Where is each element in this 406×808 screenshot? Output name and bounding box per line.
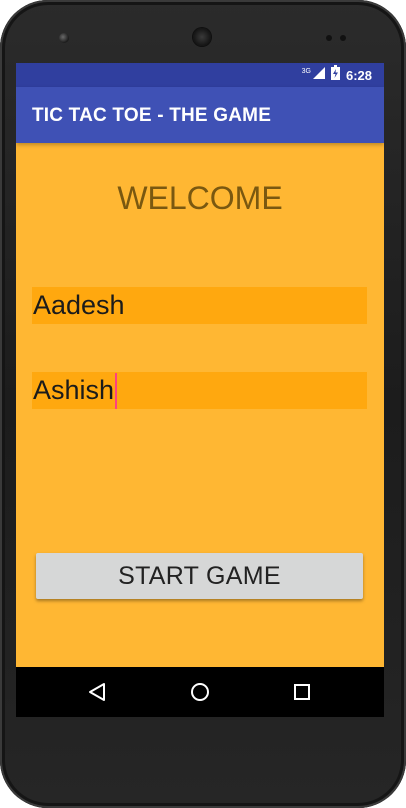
recents-icon[interactable] [289, 679, 315, 705]
phone-frame: 3G 6:28 TIC TAC TOE - THE GAME WELCOME A… [0, 0, 406, 808]
earpiece-speaker [193, 28, 211, 46]
signal-icon [312, 66, 325, 84]
welcome-heading: WELCOME [117, 180, 283, 216]
navigation-bar [16, 667, 384, 717]
player2-name-field[interactable]: Ashish [32, 372, 367, 409]
status-bar: 3G 6:28 [16, 63, 384, 87]
back-icon[interactable] [84, 679, 110, 705]
front-camera [59, 33, 69, 43]
player2-name-text: Ashish [33, 375, 115, 405]
network-type-label: 3G [301, 67, 311, 75]
home-icon[interactable] [187, 679, 213, 705]
light-sensor [340, 35, 346, 41]
player1-name-text: Aadesh [33, 290, 125, 320]
battery-icon [330, 65, 340, 85]
screen: 3G 6:28 TIC TAC TOE - THE GAME WELCOME A… [16, 63, 384, 717]
app-bar: TIC TAC TOE - THE GAME [16, 87, 384, 143]
text-cursor [115, 372, 118, 409]
status-icons: 3G 6:28 [301, 65, 372, 85]
start-game-button[interactable]: START GAME [36, 553, 363, 599]
status-time: 6:28 [345, 67, 372, 83]
player1-name-field[interactable]: Aadesh [32, 287, 367, 324]
proximity-sensor [326, 35, 332, 41]
app-title: TIC TAC TOE - THE GAME [32, 105, 272, 126]
